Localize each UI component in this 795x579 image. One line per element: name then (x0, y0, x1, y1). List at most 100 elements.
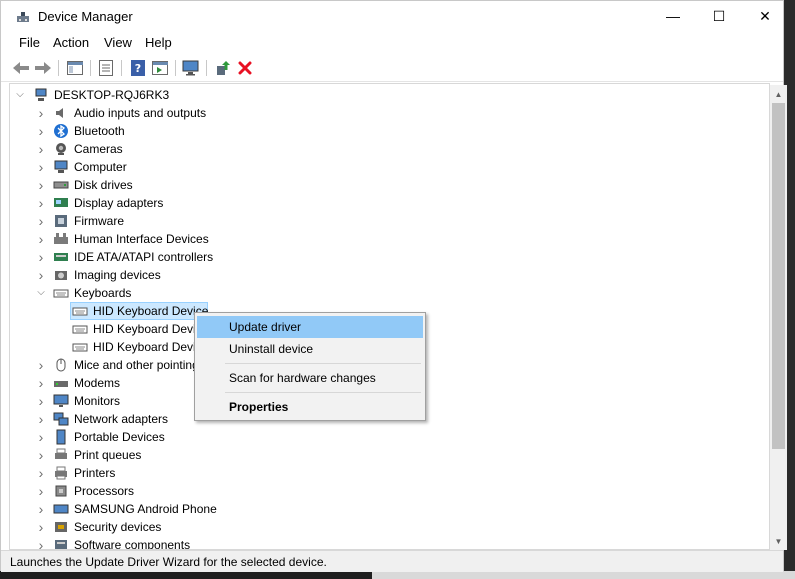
menu-bar: File Action View Help (1, 32, 783, 54)
background-window-edge (372, 571, 795, 579)
context-scan-hardware[interactable]: Scan for hardware changes (197, 367, 423, 389)
tree-category-print-queues[interactable]: › Print queues (10, 446, 769, 464)
tree-category-audio-inputs-and-outputs[interactable]: › Audio inputs and outputs (10, 104, 769, 122)
keyboard-icon (72, 339, 88, 355)
tree-category-portable-devices[interactable]: › Portable Devices (10, 428, 769, 446)
toolbar: ? (1, 55, 783, 82)
monitor-icon (53, 393, 69, 409)
expand-chevron-icon[interactable]: › (36, 376, 46, 390)
tree-category-printers[interactable]: › Printers (10, 464, 769, 482)
computer-icon (33, 87, 49, 103)
expand-chevron-icon[interactable]: › (36, 214, 46, 228)
status-bar: Launches the Update Driver Wizard for th… (1, 550, 783, 572)
scroll-thumb[interactable] (772, 103, 785, 449)
expand-chevron-icon[interactable]: › (36, 268, 46, 282)
collapse-chevron-icon[interactable]: ⌵ (15, 89, 25, 101)
tree-category-security-devices[interactable]: › Security devices (10, 518, 769, 536)
expand-chevron-icon[interactable]: › (36, 178, 46, 192)
properties-sheet-icon (99, 60, 113, 76)
expand-chevron-icon[interactable]: › (36, 106, 46, 120)
tree-category-samsung-android-phone[interactable]: › SAMSUNG Android Phone (10, 500, 769, 518)
tree-category-bluetooth[interactable]: › Bluetooth (10, 122, 769, 140)
expand-chevron-icon[interactable]: › (36, 412, 46, 426)
expand-chevron-icon[interactable]: › (36, 394, 46, 408)
menu-help[interactable]: Help (145, 35, 172, 50)
properties-toolbar-button[interactable] (96, 58, 116, 78)
collapse-chevron-icon[interactable]: ⌵ (36, 287, 46, 299)
menu-action[interactable]: Action (53, 35, 89, 50)
modem-icon (53, 375, 69, 391)
expand-chevron-icon[interactable]: › (36, 196, 46, 210)
menu-file[interactable]: File (19, 35, 40, 50)
uninstall-device-toolbar-button[interactable] (235, 58, 255, 78)
mouse-icon (53, 357, 69, 373)
expand-chevron-icon[interactable]: › (36, 358, 46, 372)
help-toolbar-button[interactable]: ? (128, 58, 148, 78)
tree-category-label: Modems (74, 376, 121, 390)
tree-category-label: Monitors (74, 394, 121, 408)
expand-chevron-icon[interactable]: › (36, 538, 46, 549)
expand-chevron-icon[interactable]: › (36, 430, 46, 444)
vertical-scrollbar[interactable]: ▲ ▼ (770, 85, 787, 550)
expand-chevron-icon[interactable]: › (36, 250, 46, 264)
expand-chevron-icon[interactable]: › (36, 448, 46, 462)
forward-arrow-icon (35, 62, 51, 74)
back-button[interactable] (11, 58, 31, 78)
forward-button[interactable] (33, 58, 53, 78)
tree-category-human-interface-devices[interactable]: › Human Interface Devices (10, 230, 769, 248)
context-update-driver[interactable]: Update driver (197, 316, 423, 338)
update-driver-toolbar-button[interactable] (213, 58, 233, 78)
tree-category-software-components[interactable]: › Software components (10, 536, 769, 550)
bluetooth-icon (53, 123, 69, 139)
window-title: Device Manager (38, 9, 133, 24)
red-x-icon (238, 61, 252, 75)
tree-category-display-adapters[interactable]: › Display adapters (10, 194, 769, 212)
scroll-up-arrow[interactable]: ▲ (770, 86, 787, 102)
show-hide-console-tree-button[interactable] (65, 58, 85, 78)
minimize-button[interactable]: — (650, 1, 696, 31)
scroll-down-arrow[interactable]: ▼ (770, 533, 787, 549)
expand-chevron-icon[interactable]: › (36, 502, 46, 516)
software-component-icon (53, 537, 69, 549)
hid-icon (53, 231, 69, 247)
tree-category-label: Portable Devices (74, 430, 165, 444)
tree-category-keyboards[interactable]: ⌵ Keyboards (10, 284, 769, 302)
ide-controller-icon (53, 249, 69, 265)
tree-category-disk-drives[interactable]: › Disk drives (10, 176, 769, 194)
context-properties[interactable]: Properties (197, 396, 423, 418)
action-pane-button[interactable] (150, 58, 170, 78)
expand-chevron-icon[interactable]: › (36, 232, 46, 246)
tree-category-computer[interactable]: › Computer (10, 158, 769, 176)
tree-category-processors[interactable]: › Processors (10, 482, 769, 500)
console-tree-icon (67, 61, 83, 75)
expand-chevron-icon[interactable]: › (36, 160, 46, 174)
tree-category-label: Security devices (74, 520, 162, 534)
tree-root-computer[interactable]: ⌵ DESKTOP-RQJ6RK3 (10, 86, 769, 104)
tree-category-label: Imaging devices (74, 268, 161, 282)
title-bar[interactable]: Device Manager — ☐ ✕ (1, 1, 783, 31)
help-book-icon: ? (131, 60, 145, 76)
action-pane-icon (152, 61, 168, 75)
maximize-button[interactable]: ☐ (696, 1, 742, 31)
expand-chevron-icon[interactable]: › (36, 466, 46, 480)
scan-hardware-button[interactable] (181, 58, 201, 78)
expand-chevron-icon[interactable]: › (36, 124, 46, 138)
tree-category-cameras[interactable]: › Cameras (10, 140, 769, 158)
tree-category-imaging-devices[interactable]: › Imaging devices (10, 266, 769, 284)
tree-category-ide-ata-atapi-controllers[interactable]: › IDE ATA/ATAPI controllers (10, 248, 769, 266)
tree-device-label: HID Keyboard Device (93, 304, 209, 318)
camera-icon (53, 141, 69, 157)
expand-chevron-icon[interactable]: › (36, 520, 46, 534)
close-button[interactable]: ✕ (742, 1, 788, 31)
menu-view[interactable]: View (104, 35, 132, 50)
context-uninstall-device[interactable]: Uninstall device (197, 338, 423, 360)
tree-category-firmware[interactable]: › Firmware (10, 212, 769, 230)
tree-category-label: Software components (74, 538, 191, 550)
phone-icon (53, 501, 69, 517)
expand-chevron-icon[interactable]: › (36, 142, 46, 156)
expand-chevron-icon[interactable]: › (36, 484, 46, 498)
tree-category-label: Computer (74, 160, 127, 174)
printer-icon (53, 465, 69, 481)
svg-text:?: ? (135, 62, 141, 75)
tree-category-label: Printers (74, 466, 116, 480)
